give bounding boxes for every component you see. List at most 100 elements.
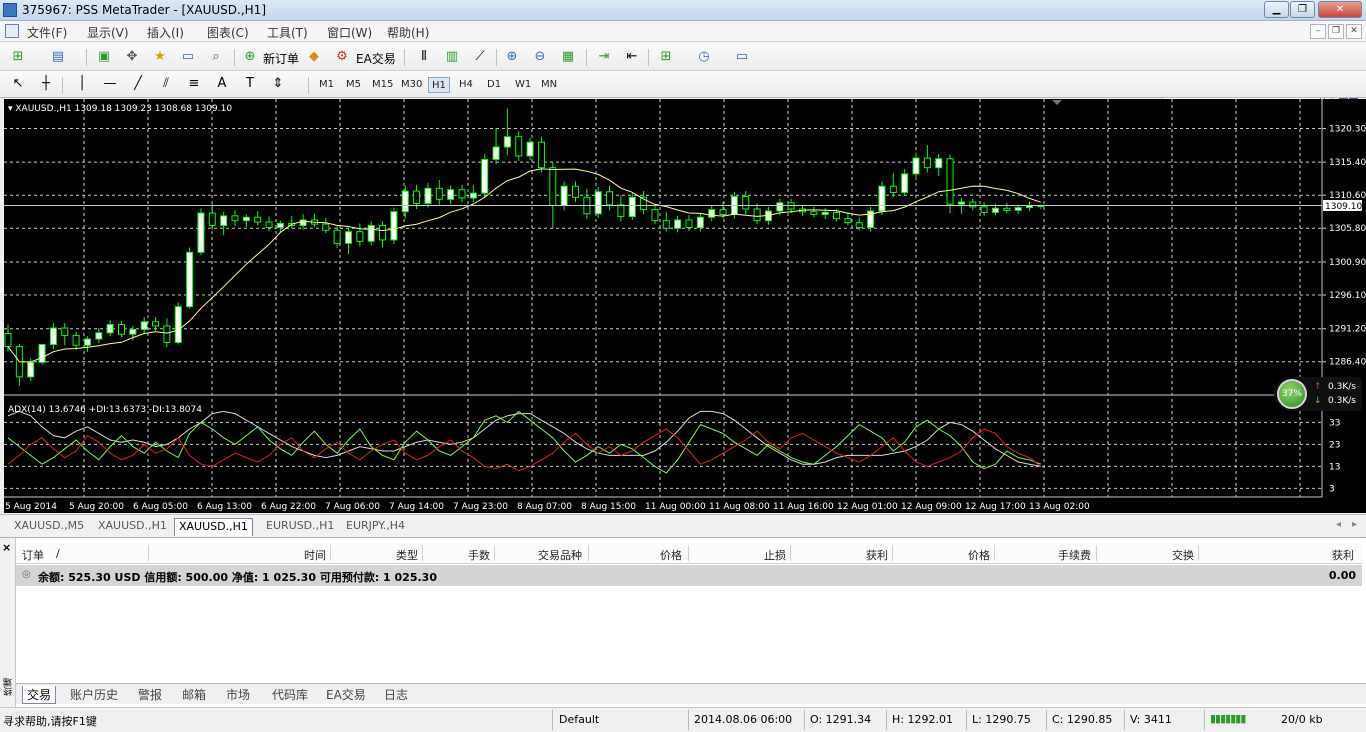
candlestick-icon[interactable]: ▥: [442, 48, 462, 66]
equidistant-channel-icon[interactable]: ⫽: [156, 75, 176, 93]
tab-experts[interactable]: EA交易: [322, 686, 370, 703]
terminal-icon[interactable]: ▭: [178, 48, 198, 66]
fibonacci-icon[interactable]: ≡: [184, 75, 204, 93]
new-chart-icon[interactable]: ⊞: [8, 48, 28, 66]
templates-icon[interactable]: ▭: [732, 48, 752, 66]
tab-code-base[interactable]: 代码库: [268, 686, 312, 703]
menu-tools[interactable]: 工具(T): [267, 24, 308, 41]
menu-help[interactable]: 帮助(H): [387, 24, 429, 41]
tab-alerts[interactable]: 警报: [134, 686, 166, 703]
col-stop-loss[interactable]: 止损: [764, 547, 786, 563]
tab-market[interactable]: 市场: [222, 686, 254, 703]
tf-m1[interactable]: M1: [316, 77, 337, 93]
strategy-tester-icon[interactable]: ⌕: [206, 48, 226, 66]
menu-window[interactable]: 窗口(W): [327, 24, 372, 41]
menu-charts[interactable]: 图表(C): [207, 24, 249, 41]
ea-trade-button[interactable]: EA交易: [356, 50, 396, 67]
indicators-icon[interactable]: ⊞: [656, 48, 676, 66]
zoom-out-icon[interactable]: ⊖: [530, 48, 550, 66]
data-window-icon[interactable]: ✥: [122, 48, 142, 66]
tf-m15[interactable]: M15: [369, 77, 396, 93]
text-label-icon[interactable]: T: [240, 75, 260, 93]
col-swap[interactable]: 交换: [1172, 547, 1194, 563]
minimize-button[interactable]: ▁: [1264, 1, 1289, 18]
col-symbol[interactable]: 交易品种: [538, 547, 582, 563]
col-profit[interactable]: 获利: [1332, 547, 1354, 563]
tf-m5[interactable]: M5: [343, 77, 364, 93]
chart-tab-xauusd-m5[interactable]: XAUUSD.,M5: [10, 518, 88, 536]
zoom-in-icon[interactable]: ⊕: [502, 48, 522, 66]
tab-journal[interactable]: 日志: [380, 686, 412, 703]
col-price[interactable]: 价格: [660, 547, 682, 563]
candle-body: [969, 201, 977, 208]
chart-shift-icon[interactable]: ⇤: [622, 48, 642, 66]
menu-insert[interactable]: 插入(I): [147, 24, 184, 41]
col-volume[interactable]: 手数: [468, 547, 490, 563]
mdi-minimize-button[interactable]: –: [1310, 24, 1326, 39]
col-commission[interactable]: 手续费: [1058, 547, 1091, 563]
col-current-price[interactable]: 价格: [968, 547, 990, 563]
chart-tab-eurjpy-h4[interactable]: EURJPY.,H4: [342, 518, 409, 536]
metaeditor-icon[interactable]: ◆: [304, 48, 324, 66]
network-widget: 37% ↑ 0.3K/s ↓ 0.3K/s: [1274, 377, 1362, 411]
status-high: H: 1292.01: [892, 713, 953, 726]
tab-mailbox[interactable]: 邮箱: [178, 686, 210, 703]
ea-trade-icon[interactable]: ⚙: [332, 48, 352, 66]
tab-trade[interactable]: 交易: [22, 686, 57, 704]
col-time[interactable]: 时间: [304, 547, 326, 563]
text-icon[interactable]: A: [212, 75, 232, 93]
menu-view[interactable]: 显示(V): [87, 24, 129, 41]
tf-w1[interactable]: W1: [512, 77, 534, 93]
chart-shift-marker[interactable]: [1052, 100, 1062, 105]
col-sort[interactable]: /: [56, 547, 60, 560]
connection-bars-icon[interactable]: ▮▮▮▮▮▮▮: [1210, 712, 1246, 725]
col-take-profit[interactable]: 获利: [866, 547, 888, 563]
candle-body: [4, 333, 12, 348]
tile-windows-icon[interactable]: ▦: [558, 48, 578, 66]
tab-account-history[interactable]: 账户历史: [66, 686, 122, 703]
tf-m30[interactable]: M30: [398, 77, 425, 93]
chart-tab-eurusd-h1[interactable]: EURUSD.,H1: [262, 518, 338, 536]
cursor-icon[interactable]: ↖: [8, 75, 28, 93]
price-chart[interactable]: 1320.30 1315.40 1310.60 1305.80 1300.90 1296.…: [4, 99, 1366, 513]
bar-chart-icon[interactable]: ⫴: [414, 48, 434, 66]
navigator-icon[interactable]: ★: [150, 48, 170, 66]
adx-tick-label: 33: [1329, 418, 1340, 428]
arrows-icon[interactable]: ⇕: [268, 75, 288, 93]
profiles-icon[interactable]: ▤: [48, 48, 68, 66]
mdi-restore-button[interactable]: ❐: [1328, 24, 1344, 39]
tf-h4[interactable]: H4: [456, 77, 476, 93]
crosshair-icon[interactable]: ┼: [36, 75, 56, 93]
new-order-icon[interactable]: ⊕: [240, 48, 260, 66]
trendline-icon[interactable]: ╱: [128, 75, 148, 93]
maximize-button[interactable]: ❐: [1290, 1, 1315, 18]
close-window-button[interactable]: ✕: [1318, 1, 1362, 18]
tabs-scroll-left-icon[interactable]: ◂: [1336, 519, 1341, 530]
tf-d1[interactable]: D1: [484, 77, 504, 93]
auto-scroll-icon[interactable]: ⇥: [594, 48, 614, 66]
tf-mn[interactable]: MN: [538, 77, 560, 93]
horizontal-line-icon[interactable]: —: [100, 75, 120, 93]
menu-file[interactable]: 文件(F): [27, 24, 67, 41]
tabs-scroll-right-icon[interactable]: ▸: [1352, 519, 1357, 530]
candle-body: [83, 338, 91, 346]
line-chart-icon[interactable]: ⟋: [470, 48, 490, 66]
new-order-button[interactable]: 新订单: [263, 50, 299, 67]
status-volume: V: 3411: [1130, 713, 1172, 726]
market-watch-icon[interactable]: ▣: [94, 48, 114, 66]
mdi-close-button[interactable]: ✕: [1346, 24, 1362, 39]
balance-row[interactable]: ◎ 余额: 525.30 USD 信用额: 500.00 净值: 1 025.3…: [16, 565, 1362, 586]
col-type[interactable]: 类型: [396, 547, 418, 563]
candle-body: [481, 158, 489, 194]
chart-tab-xauusd-h1-active[interactable]: XAUUSD.,H1: [174, 518, 253, 536]
status-profile[interactable]: Default: [559, 713, 599, 726]
download-rate: 0.3K/s: [1328, 396, 1356, 406]
tf-h1[interactable]: H1: [428, 77, 450, 93]
periods-icon[interactable]: ◷: [694, 48, 714, 66]
chart-grid: [4, 99, 1322, 497]
vertical-line-icon[interactable]: │: [72, 75, 92, 93]
chart-tab-xauusd-h1-a[interactable]: XAUUSD.,H1: [94, 518, 171, 536]
terminal-close-icon[interactable]: ×: [2, 541, 11, 554]
adx-line: [7, 410, 1041, 467]
col-order[interactable]: 订单: [22, 547, 44, 563]
